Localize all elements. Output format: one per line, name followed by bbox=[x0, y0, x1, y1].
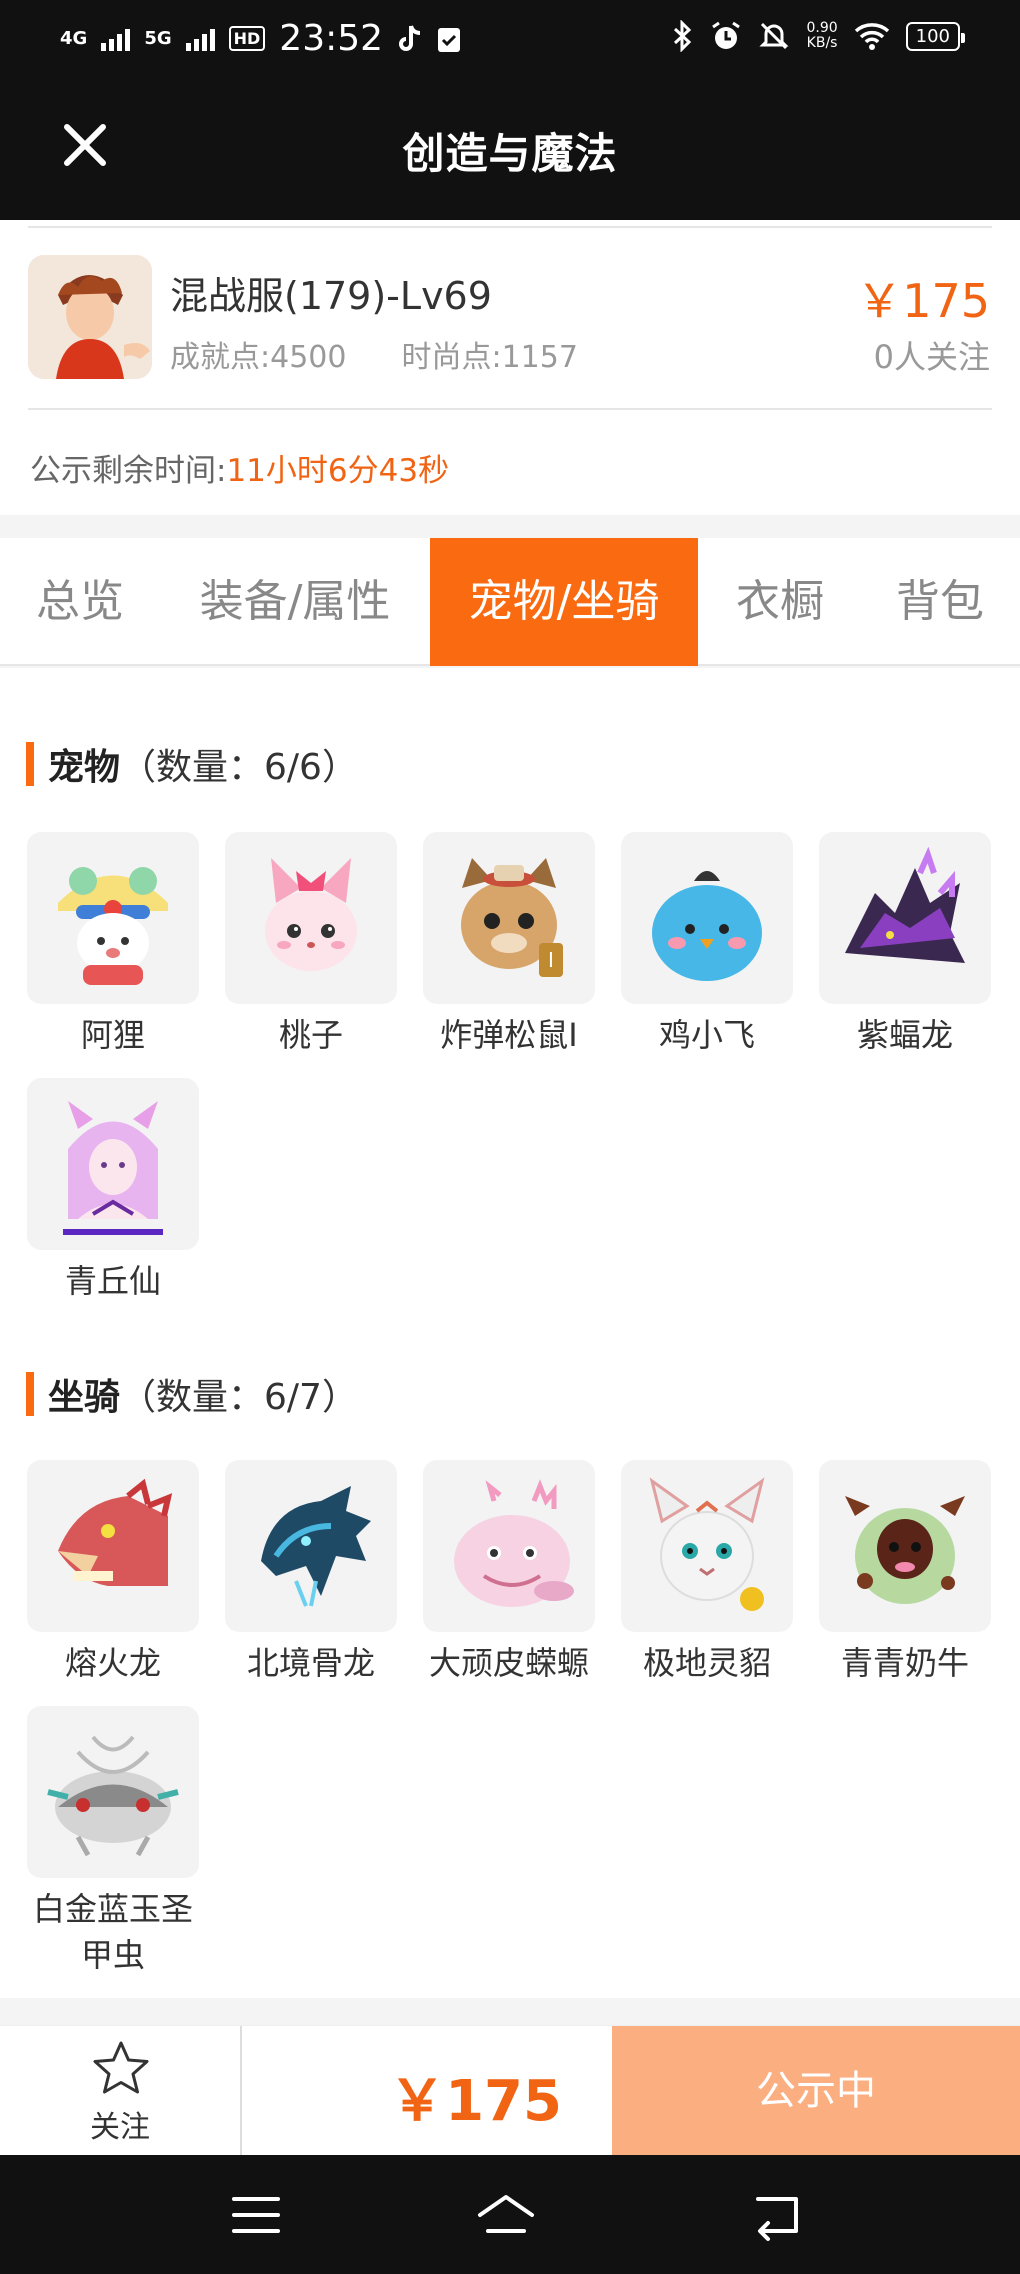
hd-icon: HD bbox=[228, 26, 266, 51]
pet-name: 阿狸 bbox=[80, 1016, 145, 1054]
pet-name: 桃子 bbox=[278, 1016, 343, 1054]
star-icon bbox=[93, 2041, 149, 2094]
pet-item[interactable]: I 炸弹松鼠Ⅰ bbox=[423, 832, 595, 1058]
pet-image bbox=[27, 832, 199, 1004]
pet-name: 紫蝠龙 bbox=[856, 1016, 953, 1054]
publicity-countdown: 公示剩余时间:11小时6分43秒 bbox=[30, 445, 449, 490]
mount-name: 极地灵貂 bbox=[642, 1644, 771, 1682]
tab-equipment[interactable]: 装备/属性 bbox=[170, 538, 420, 666]
network-5g: 5G bbox=[144, 27, 172, 49]
mount-item[interactable]: 熔火龙 bbox=[27, 1460, 199, 1686]
tab-overview[interactable]: 总览 bbox=[0, 538, 160, 666]
mount-image bbox=[27, 1706, 199, 1878]
server-level: 混战服(179)-Lv69 bbox=[170, 274, 492, 318]
pet-image bbox=[621, 832, 793, 1004]
follower-count: 0人关注 bbox=[873, 338, 990, 376]
tab-bar: 总览 装备/属性 宠物/坐骑 衣橱 背包 bbox=[0, 538, 1020, 666]
net-speed: 0.90 KB/s bbox=[806, 20, 838, 51]
pet-item[interactable]: 青丘仙 bbox=[27, 1078, 199, 1304]
listing-price: ￥175 bbox=[856, 274, 990, 328]
page-title: 创造与魔法 bbox=[402, 129, 618, 178]
tiktok-icon bbox=[399, 24, 421, 51]
back-icon[interactable] bbox=[748, 2185, 808, 2245]
signal-icon bbox=[101, 27, 131, 51]
bottom-action-bar: 关注 ￥175 公示中 bbox=[0, 2025, 1020, 2156]
alarm-icon bbox=[712, 21, 741, 49]
pet-image bbox=[819, 832, 991, 1004]
listing-card: 混战服(179)-Lv69 成就点:4500 时尚点:1157 ￥175 0人关… bbox=[0, 220, 1020, 515]
mount-name: 北境骨龙 bbox=[246, 1644, 375, 1682]
battery-icon: 100 bbox=[905, 21, 966, 51]
divider bbox=[28, 408, 992, 410]
mount-image bbox=[819, 1460, 991, 1632]
pet-name: 鸡小飞 bbox=[658, 1016, 755, 1054]
divider bbox=[28, 226, 992, 228]
follow-label: 关注 bbox=[90, 2110, 150, 2145]
tab-pets-mounts[interactable]: 宠物/坐骑 bbox=[430, 538, 698, 666]
mount-image bbox=[27, 1460, 199, 1632]
mount-item[interactable]: 白金蓝玉圣甲虫 bbox=[27, 1706, 199, 1978]
mount-image bbox=[225, 1460, 397, 1632]
mount-name: 青青奶牛 bbox=[840, 1644, 969, 1682]
pet-item[interactable]: 阿狸 bbox=[27, 832, 199, 1058]
tab-backpack[interactable]: 背包 bbox=[860, 538, 1020, 666]
network-4g: 4G bbox=[60, 27, 88, 49]
mount-image bbox=[423, 1460, 595, 1632]
mount-name: 熔火龙 bbox=[64, 1644, 161, 1682]
fashion-points: 时尚点:1157 bbox=[401, 340, 578, 375]
bottom-price: ￥175 bbox=[389, 2069, 562, 2134]
status-bar: 4G 5G HD 23:52 0.90 KB/s 100 bbox=[0, 0, 1020, 80]
pets-section-title: 宠物 （数量：6/6） bbox=[26, 740, 358, 788]
mount-item[interactable]: 北境骨龙 bbox=[225, 1460, 397, 1686]
countdown-label: 公示剩余时间: bbox=[30, 453, 227, 489]
mount-item[interactable]: 青青奶牛 bbox=[819, 1460, 991, 1686]
mount-image bbox=[621, 1460, 793, 1632]
stats: 成就点:4500 时尚点:1157 bbox=[170, 332, 578, 376]
mute-icon bbox=[759, 22, 790, 50]
bluetooth-icon bbox=[674, 20, 692, 52]
follow-button[interactable]: 关注 bbox=[0, 2026, 242, 2156]
svg-text:I: I bbox=[548, 948, 554, 972]
mount-item[interactable]: 大顽皮蝾螈 bbox=[423, 1460, 595, 1686]
mount-item[interactable]: 极地灵貂 bbox=[621, 1460, 793, 1686]
clock: 23:52 bbox=[279, 18, 384, 59]
home-icon[interactable] bbox=[476, 2185, 536, 2245]
character-avatar bbox=[28, 255, 152, 379]
pet-name: 炸弹松鼠Ⅰ bbox=[440, 1016, 578, 1054]
pets-mounts-panel: 宠物 （数量：6/6） 阿狸 桃子 I 炸弹松鼠Ⅰ 鸡小飞 紫蝠龙 青丘仙 坐骑… bbox=[0, 668, 1020, 1998]
pet-item[interactable]: 鸡小飞 bbox=[621, 832, 793, 1058]
pet-item[interactable]: 桃子 bbox=[225, 832, 397, 1058]
pet-item[interactable]: 紫蝠龙 bbox=[819, 832, 991, 1058]
publicity-status-button[interactable]: 公示中 bbox=[612, 2026, 1020, 2156]
title-bar: 创造与魔法 bbox=[0, 80, 1020, 220]
countdown-value: 11小时6分43秒 bbox=[226, 453, 450, 489]
mounts-section-title: 坐骑 （数量：6/7） bbox=[26, 1370, 358, 1418]
achievement-points: 成就点:4500 bbox=[170, 340, 347, 375]
tab-wardrobe[interactable]: 衣橱 bbox=[700, 538, 860, 666]
task-check-icon bbox=[438, 27, 461, 52]
pet-image: I bbox=[423, 832, 595, 1004]
wifi-icon bbox=[854, 23, 889, 50]
pet-image bbox=[27, 1078, 199, 1250]
pet-name: 青丘仙 bbox=[64, 1262, 161, 1300]
menu-icon[interactable] bbox=[226, 2185, 286, 2245]
mount-name: 白金蓝玉圣甲虫 bbox=[32, 1890, 193, 1974]
signal-icon-2 bbox=[185, 27, 215, 51]
system-nav-bar bbox=[0, 2155, 1020, 2274]
mount-name: 大顽皮蝾螈 bbox=[428, 1644, 589, 1682]
pet-image bbox=[225, 832, 397, 1004]
